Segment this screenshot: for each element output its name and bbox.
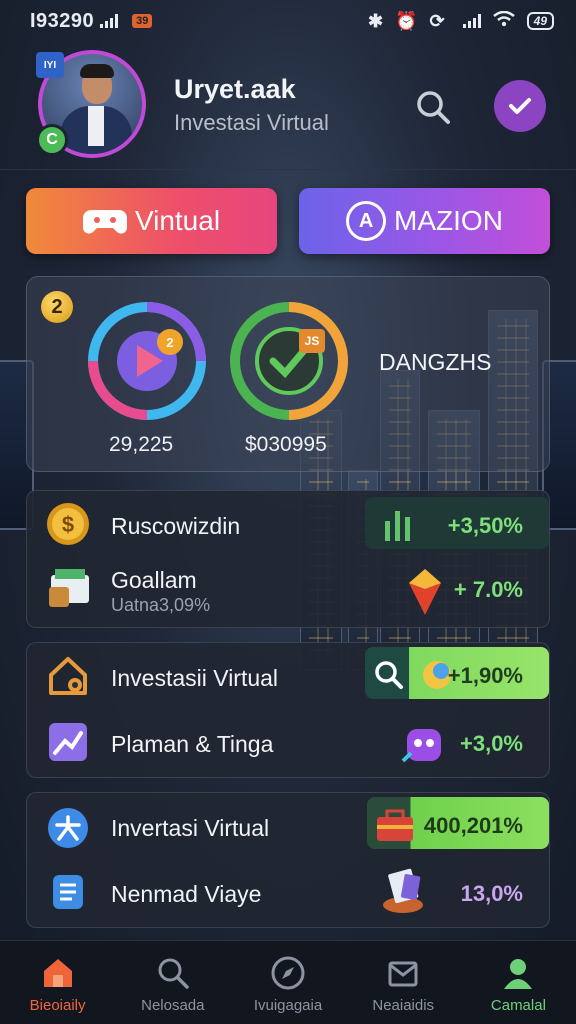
home-icon (43, 959, 72, 987)
asset-card-1: $ Ruscowizdin +3,50% Goallam Uatna3,09% … (26, 490, 550, 628)
nav-label: Bieoiaily (29, 997, 86, 1014)
stats-card: 2 2 29,225 JS $030995 DANGZHS (26, 276, 550, 472)
sync-icon: ⟳ (429, 10, 445, 31)
nav-item-profile[interactable]: Camalal (461, 941, 576, 1024)
ring2-value: $030995 (245, 433, 327, 456)
mazion-logo-icon: A (346, 201, 387, 241)
row-value: 13,0% (460, 881, 523, 906)
nav-item-explore[interactable]: Ivuigagaia (230, 941, 345, 1024)
mazion-button-label: MAZION (394, 205, 503, 236)
document-icon (45, 869, 91, 915)
chart-bars-icon (379, 505, 419, 545)
ring2-badge: JS (299, 329, 325, 353)
verified-check-button[interactable] (494, 80, 546, 132)
ring-chart-2[interactable]: JS (227, 299, 351, 423)
row-value: + 7.0% (453, 577, 523, 602)
profile-header: IYI C Uryet.aak Investasi Virtual (0, 44, 576, 170)
alarm-icon: ⏰ (395, 10, 418, 31)
battery-indicator: 49 (526, 12, 554, 30)
svg-text:$: $ (62, 512, 74, 537)
gem-icon (405, 567, 445, 615)
wifi-icon (492, 10, 515, 32)
nav-label: Neaiaidis (372, 997, 435, 1014)
compass-icon (271, 956, 305, 990)
mazion-button[interactable]: A MAZION (299, 188, 550, 254)
trend-chart-icon (45, 719, 91, 765)
row-label: Goallam (111, 567, 197, 593)
star-person-icon (45, 805, 91, 851)
avatar-flag-badge: IYI (36, 52, 64, 78)
wallet-icon (45, 565, 91, 611)
profile-icon (504, 959, 533, 989)
coin-badge: 2 (41, 291, 73, 323)
row-value: +1,90% (447, 663, 523, 688)
nav-label: Ivuigagaia (253, 997, 323, 1014)
mail-box-icon (388, 961, 418, 987)
ring1-badge: 2 (157, 329, 183, 355)
notification-badge: 39 (132, 14, 153, 28)
virtual-button[interactable]: Vintual (26, 188, 277, 254)
list-item[interactable]: Nenmad Viaye 13,0% (27, 863, 549, 925)
row-label: Nenmad Viaye (111, 881, 262, 907)
dollar-coin-icon: $ (45, 501, 91, 547)
row-value: +3,0% (460, 731, 523, 756)
monster-token-icon (401, 721, 441, 763)
check-icon (509, 98, 531, 114)
ring1-value: 29,225 (109, 433, 174, 456)
row-value: 400,201% (423, 813, 523, 838)
row-label: Plaman & Tinga (111, 731, 274, 757)
list-item[interactable]: Goallam Uatna3,09% + 7.0% (27, 561, 549, 623)
user-subtitle: Investasi Virtual (174, 110, 329, 135)
status-time: I93290 (30, 9, 95, 32)
toolbox-icon (373, 803, 413, 843)
user-name: Uryet.aak (174, 74, 296, 104)
bluetooth-icon: ✱ (368, 10, 384, 31)
asset-card-3: Invertasi Virtual 400,201% Nenmad Viaye … (26, 792, 550, 928)
row-label: Ruscowizdin (111, 513, 241, 539)
list-item[interactable]: $ Ruscowizdin +3,50% (27, 495, 549, 557)
list-item[interactable]: Invertasi Virtual 400,201% (27, 797, 549, 859)
signal-icon (100, 14, 119, 28)
avatar-status-badge: C (36, 124, 68, 156)
game-controller-icon (82, 210, 127, 234)
list-item[interactable]: Investasii Virtual +1,90% (27, 647, 549, 709)
row-sublabel: Uatna3,09% (111, 595, 211, 615)
asset-card-2: Investasii Virtual +1,90% Plaman & Tinga… (26, 642, 550, 778)
nav-label: Nelosada (141, 997, 205, 1014)
savings-box-icon (377, 865, 423, 913)
row-value: +3,50% (447, 513, 523, 538)
nav-item-inbox[interactable]: Neaiaidis (346, 941, 461, 1024)
status-bar: I93290 39 ✱ ⏰ ⟳ 49 (0, 0, 576, 42)
bottom-nav: Bieoiaily Nelosada Ivuigagaia Neaiaidis … (0, 940, 576, 1024)
nav-item-home[interactable]: Bieoiaily (0, 941, 115, 1024)
stats-title: DANGZHS (379, 349, 492, 375)
nav-item-search[interactable]: Nelosada (115, 941, 230, 1024)
nav-label: Camalal (490, 997, 546, 1014)
search-icon[interactable] (369, 655, 409, 695)
virtual-button-label: Vintual (134, 205, 221, 236)
list-item[interactable]: Plaman & Tinga +3,0% (27, 713, 549, 775)
search-icon (158, 958, 189, 989)
row-label: Invertasi Virtual (111, 815, 270, 841)
cell-signal-icon (462, 14, 481, 28)
house-gear-icon (45, 653, 91, 699)
search-icon[interactable] (412, 86, 454, 128)
ring-chart-1[interactable]: 2 (85, 299, 209, 423)
row-label: Investasii Virtual (111, 665, 279, 691)
